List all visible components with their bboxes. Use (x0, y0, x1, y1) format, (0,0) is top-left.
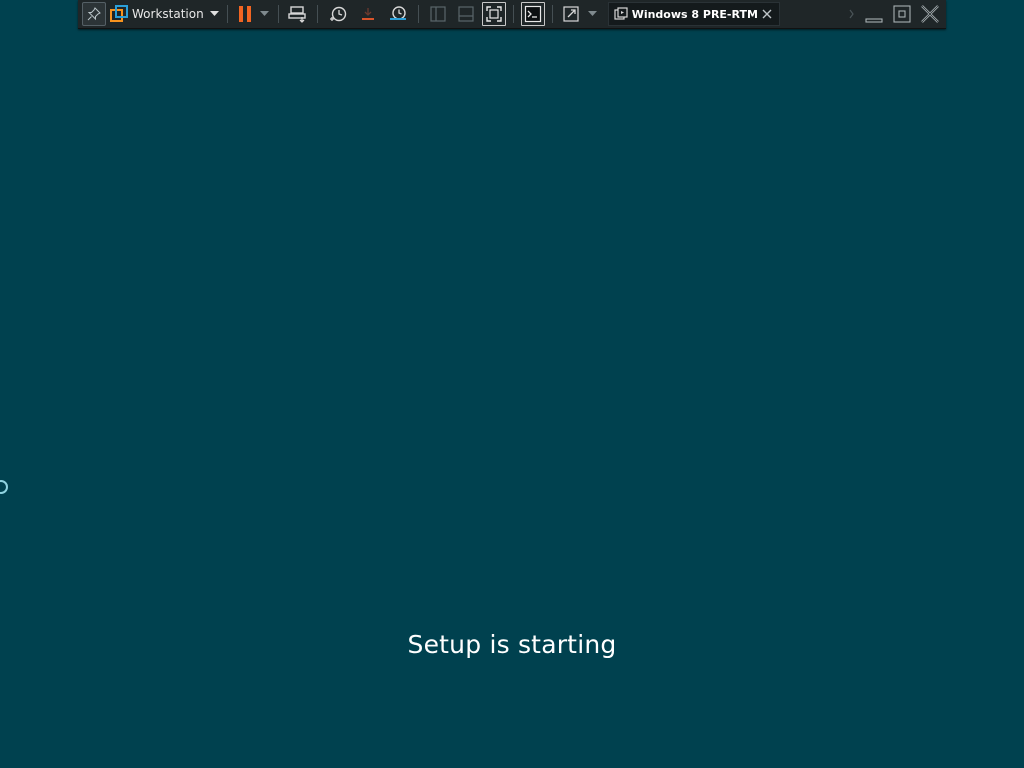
chevron-down-icon (588, 11, 598, 16)
show-library-icon (430, 6, 446, 22)
console-icon (524, 5, 541, 23)
toolbar-separator (551, 5, 553, 23)
minimize-button[interactable] (862, 2, 886, 26)
revert-snapshot-button[interactable] (356, 2, 380, 26)
close-icon (762, 9, 772, 19)
toolbar-separator (316, 5, 318, 23)
send-ctrl-alt-del-button[interactable] (286, 2, 310, 26)
thumbnail-bar-icon (458, 6, 474, 22)
workstation-menu-label: Workstation (132, 7, 204, 21)
power-options-dropdown[interactable] (257, 2, 273, 26)
close-button[interactable] (918, 2, 942, 26)
full-screen-icon (485, 6, 502, 22)
pin-icon (87, 7, 101, 21)
toolbar-separator (226, 5, 228, 23)
snapshot-take-icon (329, 6, 346, 22)
stretch-guest-icon (563, 6, 579, 22)
take-snapshot-button[interactable] (326, 2, 350, 26)
vm-tab[interactable]: Windows 8 PRE-RTM ... (607, 2, 780, 26)
stretch-guest-button[interactable] (560, 2, 584, 26)
vmware-logo-icon (110, 5, 128, 22)
pause-icon (238, 6, 251, 22)
thumbnail-bar-button[interactable] (454, 2, 478, 26)
scroll-tabs-button[interactable] (846, 2, 858, 26)
close-icon (921, 5, 939, 23)
toolbar-separator (512, 5, 514, 23)
snapshot-manager-button[interactable] (386, 2, 410, 26)
pause-button[interactable] (233, 2, 257, 26)
loading-spinner-icon (0, 480, 8, 494)
chevron-down-icon (260, 11, 270, 16)
pin-toolbar-button[interactable] (82, 2, 106, 26)
close-tab-button[interactable] (761, 7, 773, 21)
stretch-options-dropdown[interactable] (586, 2, 600, 26)
restore-icon (893, 5, 911, 23)
send-ctrl-alt-del-icon (287, 6, 306, 23)
setup-status-text: Setup is starting (407, 630, 617, 659)
toolbar-separator (417, 5, 419, 23)
vmware-fullscreen-toolbar: Workstation Windows 8 PRE-RTM ... (78, 0, 946, 29)
toolbar-separator (277, 5, 279, 23)
snapshot-manager-icon (389, 6, 406, 20)
snapshot-revert-icon (361, 8, 374, 20)
minimize-icon (865, 18, 883, 23)
full-screen-button[interactable] (481, 2, 506, 26)
chevron-right-icon (849, 9, 854, 19)
console-view-button[interactable] (520, 2, 545, 26)
chevron-down-icon (209, 11, 219, 16)
show-library-button[interactable] (426, 2, 450, 26)
vm-icon (614, 7, 628, 20)
workstation-menu-button[interactable]: Workstation (110, 2, 219, 26)
restore-button[interactable] (890, 2, 914, 26)
vm-tab-title: Windows 8 PRE-RTM ... (631, 7, 761, 21)
